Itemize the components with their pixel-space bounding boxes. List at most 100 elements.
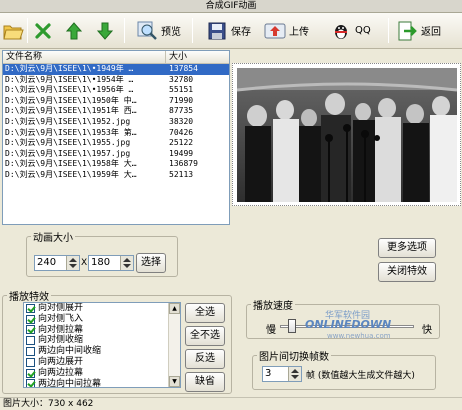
spin-arrows-icon[interactable] xyxy=(288,367,301,381)
checkbox-checked-icon[interactable] xyxy=(26,303,35,313)
effect-item[interactable]: 两边向中间收缩 xyxy=(24,346,180,357)
anim-size-legend: 动画大小 xyxy=(33,233,73,244)
scroll-down-icon[interactable]: ▼ xyxy=(169,376,180,387)
file-list-row[interactable]: D:\刘云\9月\ISEE\1\1953年 第… 70426 xyxy=(3,128,229,139)
effect-label: 向对侧拉幕 xyxy=(38,324,84,335)
frames-hint: 帧 (数值越大生成文件越大) xyxy=(306,371,415,381)
file-list-row[interactable]: D:\刘云\9月\ISEE\1\1958年 大… 136879 xyxy=(3,159,229,170)
file-size-cell: 55151 xyxy=(169,85,194,95)
file-list-row[interactable]: D:\刘云\9月\ISEE\1\1955.jpg 25122 xyxy=(3,138,229,149)
file-list-row[interactable]: D:\刘云\9月\ISEE\1\•1954年 … 32780 xyxy=(3,75,229,86)
effects-legend: 播放特效 xyxy=(9,292,49,303)
file-size-cell: 87735 xyxy=(169,106,194,116)
file-list-row[interactable]: D:\刘云\9月\ISEE\1\1951年 西… 87735 xyxy=(3,106,229,117)
scroll-up-icon[interactable]: ▲ xyxy=(169,303,180,314)
column-header-name[interactable]: 文件名称 xyxy=(3,51,166,63)
effect-label: 两边向中间收缩 xyxy=(38,346,102,357)
file-size-cell: 137854 xyxy=(169,64,198,73)
effect-item[interactable]: 向对侧飞入 xyxy=(24,314,180,325)
close-effects-button[interactable]: 关闭特效 xyxy=(378,262,436,282)
move-down-button[interactable] xyxy=(94,17,116,44)
width-value: 240 xyxy=(37,257,57,268)
file-list-header: 文件名称 大小 xyxy=(3,51,229,64)
checkbox-checked-icon[interactable] xyxy=(26,314,35,324)
effect-item[interactable]: 向两边拉幕 xyxy=(24,368,180,379)
arrow-down-icon xyxy=(94,20,116,42)
size-separator: X xyxy=(81,258,88,268)
effects-scrollbar[interactable]: ▲ ▼ xyxy=(168,303,180,387)
file-name-cell: D:\刘云\9月\ISEE\1\1950年 中… xyxy=(5,95,137,105)
move-up-button[interactable] xyxy=(63,17,85,44)
select-size-button[interactable]: 选择 xyxy=(136,253,166,273)
effect-item[interactable]: 向两边展开 xyxy=(24,357,180,368)
speed-fast-label: 快 xyxy=(422,325,432,336)
back-button[interactable]: 返回 xyxy=(396,17,441,44)
effect-label: 向对侧收缩 xyxy=(38,335,84,346)
preview-button[interactable]: 预览 xyxy=(136,17,181,44)
file-name-cell: D:\刘云\9月\ISEE\1\•1949年 … xyxy=(5,64,134,73)
frames-value: 3 xyxy=(265,368,272,379)
magnifier-icon xyxy=(136,20,158,42)
height-spinner[interactable]: 180 xyxy=(88,255,134,271)
save-label: 保存 xyxy=(231,27,251,38)
speed-legend: 播放速度 xyxy=(253,301,293,312)
delete-button[interactable] xyxy=(32,17,54,44)
file-size-cell: 19499 xyxy=(169,148,194,158)
save-disk-icon xyxy=(206,20,228,42)
toolbar: 预览 保存 上传 QQ 返回 xyxy=(0,13,462,49)
file-size-cell: 71990 xyxy=(169,95,194,105)
checkbox-checked-icon[interactable] xyxy=(26,368,35,378)
invert-selection-button[interactable]: 反选 xyxy=(185,349,225,369)
file-list[interactable]: 文件名称 大小 D:\刘云\9月\ISEE\1\•1949年 … 137854 D:… xyxy=(2,50,230,225)
select-none-button[interactable]: 全不选 xyxy=(185,326,225,346)
spin-arrows-icon[interactable] xyxy=(66,256,79,270)
effect-item[interactable]: 向对侧收缩 xyxy=(24,335,180,346)
effect-label: 向对侧展开 xyxy=(38,303,84,313)
checkbox-unchecked-icon[interactable] xyxy=(26,357,35,367)
checkbox-unchecked-icon[interactable] xyxy=(26,336,35,346)
file-list-row[interactable]: D:\刘云\9月\ISEE\1\1950年 中… 71990 xyxy=(3,96,229,107)
file-size-cell: 25122 xyxy=(169,138,194,148)
height-value: 180 xyxy=(91,257,111,268)
delete-x-icon xyxy=(32,20,54,42)
save-button[interactable]: 保存 xyxy=(206,17,251,44)
file-size-cell: 70426 xyxy=(169,127,194,137)
file-name-cell: D:\刘云\9月\ISEE\1\1957.jpg xyxy=(5,148,131,158)
upload-button[interactable]: 上传 xyxy=(264,17,309,44)
effect-label: 向对侧飞入 xyxy=(38,313,84,324)
frames-legend: 图片间切换帧数 xyxy=(259,352,329,363)
spin-arrows-icon[interactable] xyxy=(120,256,133,270)
open-folder-button[interactable] xyxy=(2,17,24,44)
file-list-row[interactable]: D:\刘云\9月\ISEE\1\•1956年 … 55151 xyxy=(3,85,229,96)
file-name-cell: D:\刘云\9月\ISEE\1\1953年 第… xyxy=(5,127,137,137)
file-list-row[interactable]: D:\刘云\9月\ISEE\1\1957.jpg 19499 xyxy=(3,149,229,160)
file-list-row[interactable]: D:\刘云\9月\ISEE\1\•1949年 … 137854 xyxy=(3,64,229,75)
file-size-cell: 32780 xyxy=(169,74,194,84)
effect-item[interactable]: 向对侧展开 xyxy=(24,303,180,314)
file-list-row[interactable]: D:\刘云\9月\ISEE\1\1959年 大… 52113 xyxy=(3,170,229,181)
checkbox-checked-icon[interactable] xyxy=(26,379,35,387)
width-spinner[interactable]: 240 xyxy=(34,255,80,271)
effects-checklist[interactable]: 向对侧展开 向对侧飞入 向对侧拉幕 向对侧收缩 两边向中间收缩 向两边展开 向两边拉幕 两边向… xyxy=(23,302,181,388)
checkbox-unchecked-icon[interactable] xyxy=(26,347,35,357)
file-size-cell: 38320 xyxy=(169,116,194,126)
effect-item[interactable]: 两边向中间拉幕 xyxy=(24,379,180,387)
speed-slider-thumb[interactable] xyxy=(288,319,296,333)
watermark-en: ONLINEDOWN xyxy=(305,318,392,331)
file-name-cell: D:\刘云\9月\ISEE\1\1955.jpg xyxy=(5,138,131,148)
frames-spinner[interactable]: 3 xyxy=(262,366,302,382)
watermark-url: www.newhua.com xyxy=(327,332,391,340)
file-name-cell: D:\刘云\9月\ISEE\1\•1956年 … xyxy=(5,85,134,95)
file-list-row[interactable]: D:\刘云\9月\ISEE\1\1952.jpg 38320 xyxy=(3,117,229,128)
upload-icon xyxy=(264,20,286,42)
preview-label: 预览 xyxy=(161,27,181,38)
more-options-button[interactable]: 更多选项 xyxy=(378,238,436,258)
checkbox-checked-icon[interactable] xyxy=(26,325,35,335)
default-button[interactable]: 缺省 xyxy=(185,372,225,392)
select-all-button[interactable]: 全选 xyxy=(185,303,225,323)
effect-item[interactable]: 向对侧拉幕 xyxy=(24,325,180,336)
qq-label: QQ xyxy=(355,25,371,36)
qq-button[interactable]: QQ xyxy=(330,17,371,44)
window-title: 合成GIF动画 xyxy=(0,0,462,13)
column-header-size[interactable]: 大小 xyxy=(166,51,229,63)
